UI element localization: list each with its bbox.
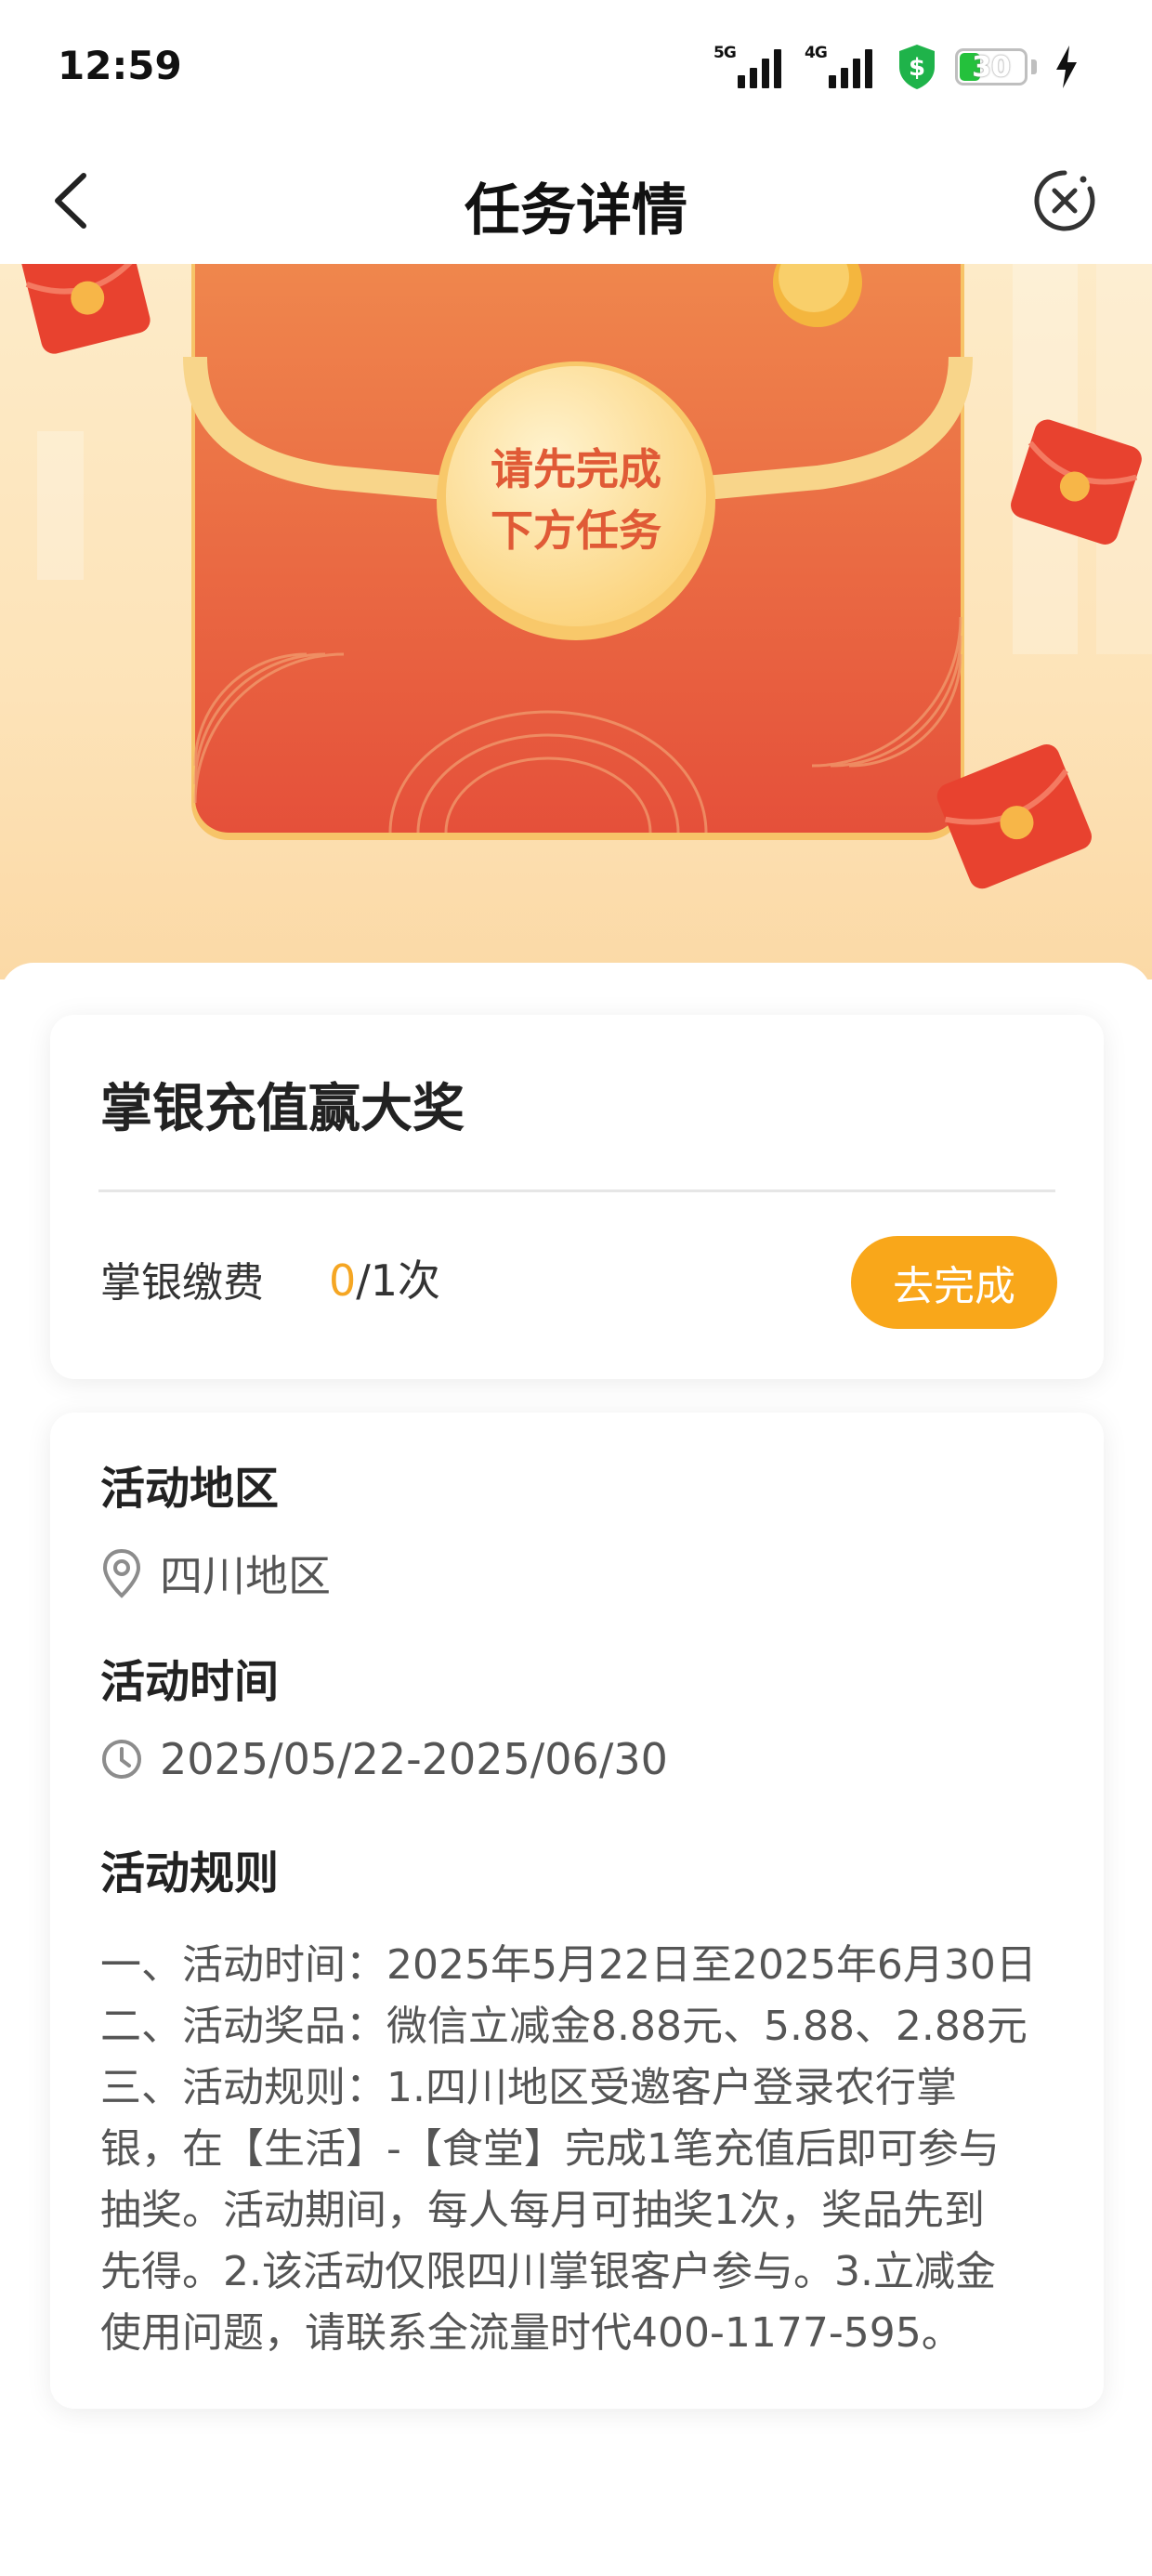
coin-text: 请先完成 下方任务: [437, 439, 715, 561]
shield-dollar-icon: $: [899, 45, 935, 89]
signal-4g-label: 4G: [805, 44, 828, 62]
time-value: 2025/05/22-2025/06/30: [160, 1734, 668, 1784]
close-circle-icon: [1034, 170, 1095, 231]
rules-line: 使用问题，请联系全流量时代400-1177-595。: [100, 2309, 962, 2357]
rules-line: 抽奖。活动期间，每人每月可抽奖1次，奖品先到: [100, 2187, 985, 2234]
region-heading: 活动地区: [100, 1463, 280, 1515]
time-heading: 活动时间: [100, 1656, 280, 1708]
task-card: 掌银充值赢大奖 掌银缴费 0/1次 去完成: [50, 1015, 1104, 1379]
status-time: 12:59: [58, 43, 182, 88]
battery-tip: [1031, 59, 1037, 74]
task-title: 掌银充值赢大奖: [100, 1079, 465, 1139]
svg-text:$: $: [909, 54, 925, 82]
task-progress: 0/1次: [329, 1247, 440, 1308]
location-pin-icon: [102, 1548, 141, 1598]
status-icons: 5G 4G $ 30: [713, 41, 1080, 93]
rules-text: 一、活动时间：2025年5月22日至2025年6月30日 二、活动奖品：微信立减…: [100, 1935, 1061, 2364]
rules-line: 先得。2.该活动仅限四川掌银客户参与。3.立减金: [100, 2248, 996, 2295]
progress-done: 0: [329, 1255, 357, 1306]
battery-level: 30: [972, 50, 1011, 84]
go-complete-button[interactable]: 去完成: [851, 1236, 1057, 1329]
rules-line: 一、活动时间：2025年5月22日至2025年6月30日: [100, 1941, 1037, 1989]
nav-bar: 任务详情: [0, 138, 1152, 264]
signal-5g-label: 5G: [713, 44, 737, 62]
region-value: 四川地区: [160, 1551, 331, 1601]
coin-line-1: 请先完成: [491, 444, 661, 494]
task-label: 掌银缴费: [100, 1259, 264, 1307]
page-title: 任务详情: [465, 178, 687, 243]
time-row: 2025/05/22-2025/06/30: [100, 1734, 668, 1784]
signal-5g-icon: 5G: [713, 44, 788, 90]
red-envelope-banner: 请先完成 下方任务: [0, 264, 1152, 979]
divider: [98, 1189, 1055, 1192]
status-bar: 12:59 5G 4G $ 30: [0, 0, 1152, 138]
close-button[interactable]: [1026, 162, 1104, 240]
coin-line-2: 下方任务: [491, 506, 661, 556]
battery-icon: 30: [955, 48, 1028, 85]
progress-total: /1次: [356, 1255, 441, 1306]
red-envelope-illustration: [16, 264, 1152, 889]
rules-line: 二、活动奖品：微信立减金8.88元、5.88、2.88元: [100, 2003, 1028, 2050]
region-row: 四川地区: [100, 1543, 331, 1604]
bolt-icon: [1056, 46, 1077, 88]
rules-heading: 活动规则: [100, 1847, 280, 1899]
clock-icon: [102, 1740, 141, 1779]
rules-line: 三、活动规则：1.四川地区受邀客户登录农行掌: [100, 2064, 957, 2111]
signal-4g-icon: 4G: [805, 44, 879, 90]
activity-info-card: 活动地区 四川地区 活动时间 2025/05/22-2025/06/30 活动规…: [50, 1413, 1104, 2409]
rules-line: 银，在【生活】-【食堂】完成1笔充值后即可参与: [100, 2125, 1000, 2173]
